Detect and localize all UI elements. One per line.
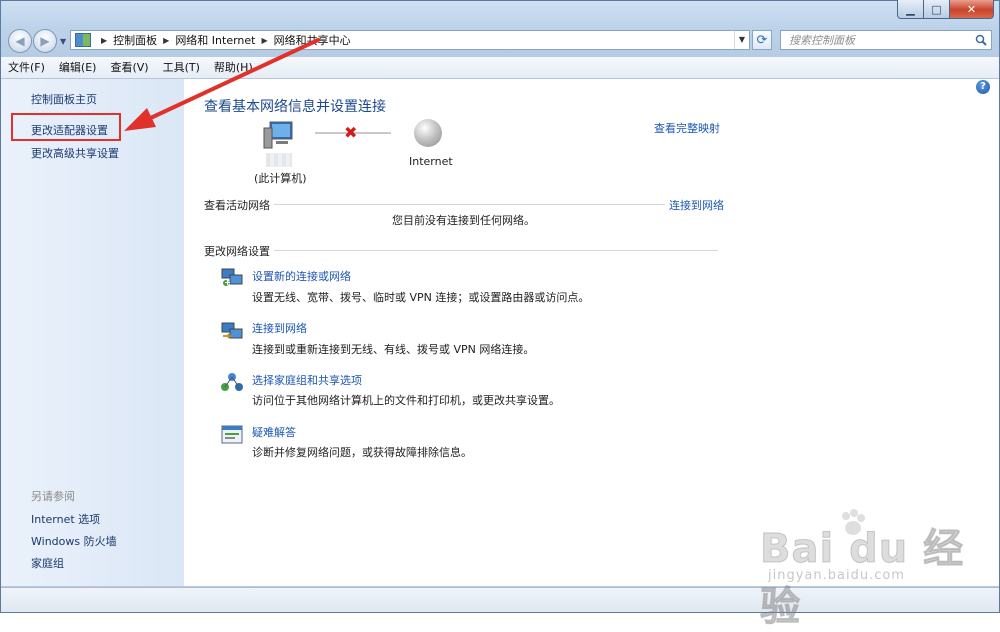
disconnected-x-icon[interactable]: ✖ bbox=[344, 123, 357, 142]
help-icon[interactable]: ? bbox=[976, 80, 990, 94]
internet-label: Internet bbox=[409, 155, 453, 168]
page-title: 查看基本网络信息并设置连接 bbox=[204, 99, 386, 115]
task-homegroup-link[interactable]: 选择家庭组和共享选项 bbox=[252, 372, 362, 388]
recent-pages-dropdown-icon[interactable]: ▼ bbox=[60, 37, 66, 46]
back-button[interactable]: ◀ bbox=[8, 29, 32, 53]
close-icon: ✕ bbox=[966, 2, 977, 16]
change-settings-heading: 更改网络设置 bbox=[204, 243, 274, 259]
maximize-button[interactable]: □ bbox=[924, 0, 950, 19]
internet-globe-icon[interactable] bbox=[414, 119, 442, 147]
computer-name-blurred bbox=[266, 153, 292, 167]
task-troubleshoot-link[interactable]: 疑难解答 bbox=[252, 424, 296, 440]
forward-arrow-icon: ▶ bbox=[40, 34, 50, 48]
see-also-caption: 另请参阅 bbox=[31, 490, 75, 503]
network-connect-icon bbox=[221, 322, 243, 339]
divider bbox=[204, 250, 718, 251]
troubleshoot-icon bbox=[221, 425, 243, 444]
sidebar-item-control-panel-home[interactable]: 控制面板主页 bbox=[31, 91, 97, 107]
task-homegroup-desc: 访问位于其他网络计算机上的文件和打印机，或更改共享设置。 bbox=[252, 394, 560, 407]
view-full-map-link[interactable]: 查看完整映射 bbox=[654, 120, 720, 136]
menu-view[interactable]: 查看(V) bbox=[103, 57, 155, 78]
forward-button[interactable]: ▶ bbox=[33, 29, 57, 53]
minimize-icon: ▁ bbox=[906, 2, 915, 16]
breadcrumb-control-panel[interactable]: 控制面板 bbox=[113, 32, 157, 48]
computer-icon[interactable] bbox=[262, 120, 294, 150]
divider bbox=[204, 204, 718, 205]
address-dropdown-icon[interactable]: ▼ bbox=[734, 31, 749, 49]
sidebar-item-internet-options[interactable]: Internet 选项 bbox=[31, 511, 100, 527]
control-panel-icon bbox=[75, 33, 91, 47]
network-setup-icon bbox=[221, 268, 243, 286]
baidu-watermark: Bai du 经验 jingyan.baidu.com bbox=[760, 508, 980, 631]
menu-help[interactable]: 帮助(H) bbox=[207, 57, 260, 78]
address-bar[interactable]: ▶ 控制面板 ▶ 网络和 Internet ▶ 网络和共享中心 ▼ bbox=[70, 30, 750, 50]
sidebar-item-change-advanced-sharing[interactable]: 更改高级共享设置 bbox=[31, 145, 119, 161]
refresh-button[interactable]: ⟳ bbox=[752, 30, 772, 50]
search-box[interactable] bbox=[780, 30, 992, 50]
refresh-icon: ⟳ bbox=[756, 32, 768, 48]
sidebar-item-homegroup[interactable]: 家庭组 bbox=[31, 555, 64, 571]
back-arrow-icon: ◀ bbox=[15, 34, 25, 48]
search-icon[interactable] bbox=[975, 34, 987, 46]
connect-to-network-link[interactable]: 连接到网络 bbox=[665, 197, 724, 213]
sidebar-item-windows-firewall[interactable]: Windows 防火墙 bbox=[31, 533, 117, 549]
breadcrumb-network-sharing-center[interactable]: 网络和共享中心 bbox=[274, 32, 351, 48]
search-input[interactable] bbox=[787, 32, 971, 48]
maximize-icon: □ bbox=[931, 2, 942, 16]
menu-file[interactable]: 文件(F) bbox=[1, 57, 52, 78]
chevron-right-icon[interactable]: ▶ bbox=[101, 36, 107, 45]
task-setup-connection-desc: 设置无线、宽带、拨号、临时或 VPN 连接；或设置路由器或访问点。 bbox=[252, 291, 590, 304]
task-connect-network-desc: 连接到或重新连接到无线、有线、拨号或 VPN 网络连接。 bbox=[252, 343, 535, 356]
menu-edit[interactable]: 编辑(E) bbox=[52, 57, 104, 78]
menu-tools[interactable]: 工具(T) bbox=[156, 57, 207, 78]
paw-icon bbox=[842, 509, 865, 535]
chevron-right-icon[interactable]: ▶ bbox=[163, 36, 169, 45]
breadcrumb-network-internet[interactable]: 网络和 Internet bbox=[175, 32, 255, 48]
task-connect-network-link[interactable]: 连接到网络 bbox=[252, 320, 307, 336]
minimize-button[interactable]: ▁ bbox=[897, 0, 924, 19]
close-button[interactable]: ✕ bbox=[950, 0, 994, 19]
no-connection-message: 您目前没有连接到任何网络。 bbox=[392, 214, 535, 227]
active-networks-heading: 查看活动网络 bbox=[204, 197, 274, 213]
homegroup-icon bbox=[221, 373, 243, 391]
navigation-buttons: ◀ ▶ ▼ bbox=[8, 29, 66, 53]
this-computer-label: (此计算机) bbox=[254, 172, 307, 185]
window-controls: ▁ □ ✕ bbox=[897, 0, 994, 19]
watermark-url: jingyan.baidu.com bbox=[768, 568, 905, 583]
task-setup-connection-link[interactable]: 设置新的连接或网络 bbox=[252, 268, 351, 284]
task-troubleshoot-desc: 诊断并修复网络问题，或获得故障排除信息。 bbox=[252, 446, 472, 459]
menu-bar: 文件(F) 编辑(E) 查看(V) 工具(T) 帮助(H) bbox=[1, 57, 999, 79]
annotation-highlight-box bbox=[11, 113, 121, 141]
chevron-right-icon[interactable]: ▶ bbox=[262, 36, 268, 45]
